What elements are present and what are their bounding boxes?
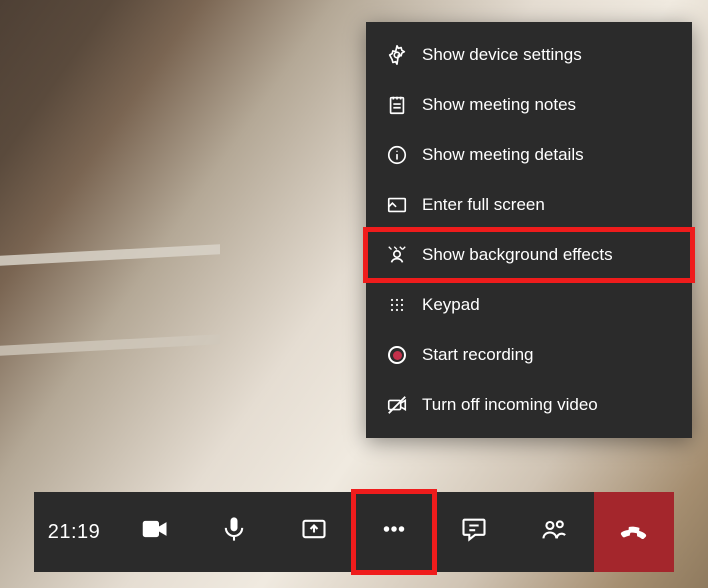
chat-button[interactable] [434, 492, 514, 572]
menu-item-background-effects[interactable]: Show background effects [366, 230, 692, 280]
gear-icon [386, 44, 408, 66]
menu-item-turn-off-incoming-video[interactable]: Turn off incoming video [366, 380, 692, 430]
notes-icon [386, 94, 408, 116]
keypad-icon [386, 294, 408, 316]
menu-item-label: Show meeting details [422, 145, 584, 165]
share-button[interactable] [274, 492, 354, 572]
hangup-button[interactable] [594, 492, 674, 572]
menu-item-label: Enter full screen [422, 195, 545, 215]
more-actions-menu: Show device settings Show meeting notes … [366, 22, 692, 438]
info-icon [386, 144, 408, 166]
menu-item-meeting-details[interactable]: Show meeting details [366, 130, 692, 180]
chat-icon [460, 515, 488, 549]
camera-toggle-button[interactable] [114, 492, 194, 572]
menu-item-fullscreen[interactable]: Enter full screen [366, 180, 692, 230]
menu-item-keypad[interactable]: Keypad [366, 280, 692, 330]
record-icon [386, 344, 408, 366]
share-screen-icon [300, 515, 328, 549]
menu-item-label: Show device settings [422, 45, 582, 65]
people-icon [540, 515, 568, 549]
hangup-icon [618, 513, 650, 551]
meeting-toolbar-inner: 21:19 [34, 492, 674, 572]
background-effects-icon [386, 244, 408, 266]
menu-item-device-settings[interactable]: Show device settings [366, 30, 692, 80]
participants-button[interactable] [514, 492, 594, 572]
more-actions-button[interactable] [354, 492, 434, 572]
menu-item-label: Show background effects [422, 245, 613, 265]
menu-item-start-recording[interactable]: Start recording [366, 330, 692, 380]
meeting-toolbar: 21:19 [0, 492, 708, 572]
mic-toggle-button[interactable] [194, 492, 274, 572]
fullscreen-icon [386, 194, 408, 216]
ellipsis-icon [379, 514, 409, 550]
meeting-duration: 21:19 [34, 492, 114, 572]
menu-item-label: Start recording [422, 345, 534, 365]
menu-item-label: Show meeting notes [422, 95, 576, 115]
mic-icon [220, 515, 248, 549]
menu-item-label: Keypad [422, 295, 480, 315]
camera-icon [139, 514, 169, 550]
video-off-icon [386, 394, 408, 416]
menu-item-meeting-notes[interactable]: Show meeting notes [366, 80, 692, 130]
menu-item-label: Turn off incoming video [422, 395, 598, 415]
